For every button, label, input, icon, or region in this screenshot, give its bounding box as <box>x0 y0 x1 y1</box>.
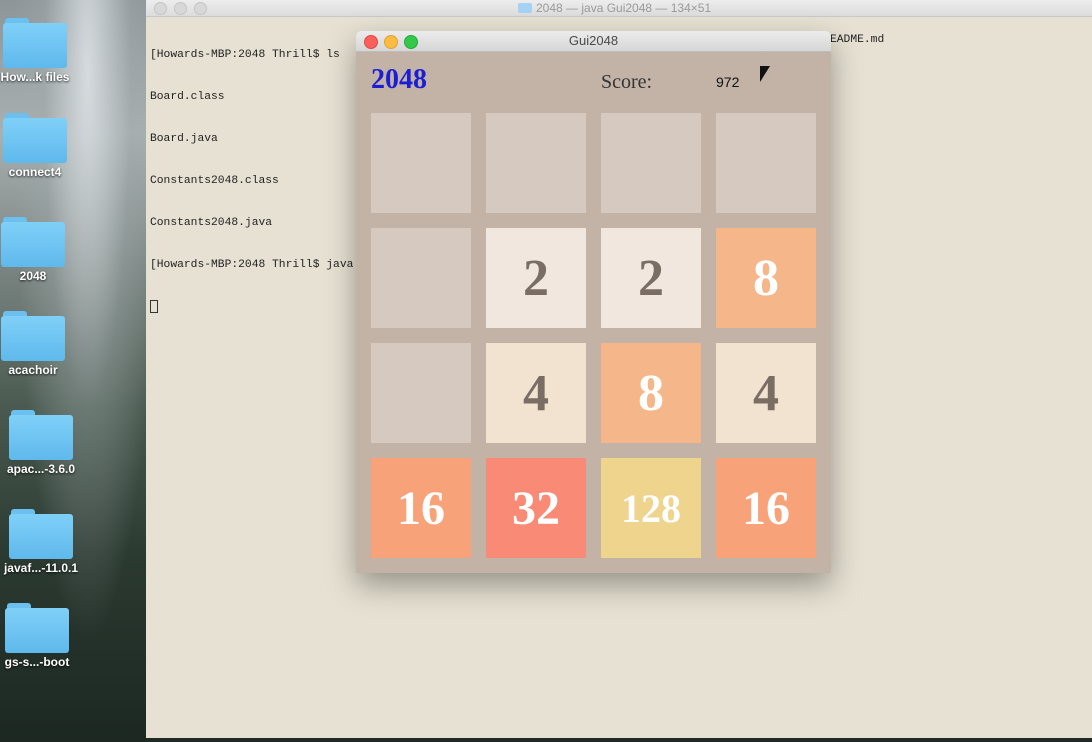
terminal-line: [Howards-MBP:2048 Thrill$ java <box>150 259 354 271</box>
desktop-folder-label: apac...-3.6.0 <box>6 462 76 476</box>
zoom-button[interactable] <box>194 2 207 15</box>
desktop-folder-label: 2048 <box>19 269 47 283</box>
desktop-folder-label: acachoir <box>8 363 58 377</box>
tile-value: 16 <box>397 481 445 535</box>
tile: 16 <box>371 458 471 558</box>
tile-value: 2 <box>638 249 664 307</box>
folder-icon <box>9 509 73 559</box>
empty-tile <box>371 343 471 443</box>
tile: 16 <box>716 458 816 558</box>
score-label: Score: <box>601 71 653 93</box>
folder-icon <box>3 113 67 163</box>
terminal-title: 2048 — java Gui2048 — 134×51 <box>518 0 711 16</box>
folder-icon <box>1 217 65 267</box>
desktop-folder-item[interactable]: gs-s...-boot <box>0 603 82 669</box>
folder-icon <box>5 603 69 653</box>
desktop-folder-item[interactable]: javaf...-11.0.1 <box>0 509 86 575</box>
text-cursor <box>150 300 158 313</box>
tile-value: 2 <box>523 249 549 307</box>
tile: 4 <box>486 343 586 443</box>
terminal-line: Constants2048.class <box>150 175 279 187</box>
gui2048-titlebar[interactable]: Gui2048 <box>356 31 831 52</box>
tile: 4 <box>716 343 816 443</box>
tile: 128 <box>601 458 701 558</box>
desktop-folder-item[interactable]: 2048 <box>0 217 78 283</box>
terminal-line-fragment: EADME.md <box>830 34 885 46</box>
tile-value: 32 <box>512 481 560 535</box>
desktop-folder-item[interactable]: How...k files <box>0 18 80 84</box>
tile: 8 <box>716 228 816 328</box>
empty-tile <box>371 228 471 328</box>
gui2048-window[interactable]: Gui2048 2048 Score: 972 2 2 8 4 8 4 16 32 128 16 <box>356 31 831 573</box>
folder-icon <box>1 311 65 361</box>
terminal-cursor-line <box>150 300 353 316</box>
desktop-folder-item[interactable]: apac...-3.6.0 <box>0 410 86 476</box>
folder-icon <box>9 410 73 460</box>
minimize-button[interactable] <box>174 2 187 15</box>
folder-icon <box>518 3 532 13</box>
desktop-folder-item[interactable]: acachoir <box>0 311 78 377</box>
desktop-folder-label: gs-s...-boot <box>4 655 70 669</box>
empty-tile <box>716 113 816 213</box>
close-button[interactable] <box>154 2 167 15</box>
game-title: 2048 <box>371 64 427 95</box>
terminal-output[interactable]: [Howards-MBP:2048 Thrill$ ls Board.class… <box>150 20 353 344</box>
tile-value: 4 <box>523 364 549 422</box>
tile-value: 128 <box>621 485 681 531</box>
empty-tile <box>371 113 471 213</box>
window-title: Gui2048 <box>568 33 619 48</box>
tile: 32 <box>486 458 586 558</box>
tile: 2 <box>486 228 586 328</box>
folder-icon <box>3 18 67 68</box>
terminal-titlebar[interactable]: 2048 — java Gui2048 — 134×51 <box>146 0 1092 17</box>
tile: 2 <box>601 228 701 328</box>
desktop-folder-label: How...k files <box>0 70 70 84</box>
score-value: 972 <box>716 74 740 90</box>
terminal-line: Constants2048.java <box>150 217 273 229</box>
empty-tile <box>601 113 701 213</box>
tile: 8 <box>601 343 701 443</box>
tile-value: 16 <box>742 481 790 535</box>
tile-value: 8 <box>638 364 664 422</box>
desktop-folder-label: javaf...-11.0.1 <box>3 561 79 575</box>
tile-value: 4 <box>753 364 779 422</box>
tile-value: 8 <box>753 249 779 307</box>
terminal-line: Board.java <box>150 133 218 145</box>
empty-tile <box>486 113 586 213</box>
desktop-folder-item[interactable]: connect4 <box>0 113 80 179</box>
desktop-folder-label: connect4 <box>8 165 62 179</box>
terminal-line: [Howards-MBP:2048 Thrill$ ls <box>150 49 340 61</box>
terminal-line: Board.class <box>150 91 225 103</box>
